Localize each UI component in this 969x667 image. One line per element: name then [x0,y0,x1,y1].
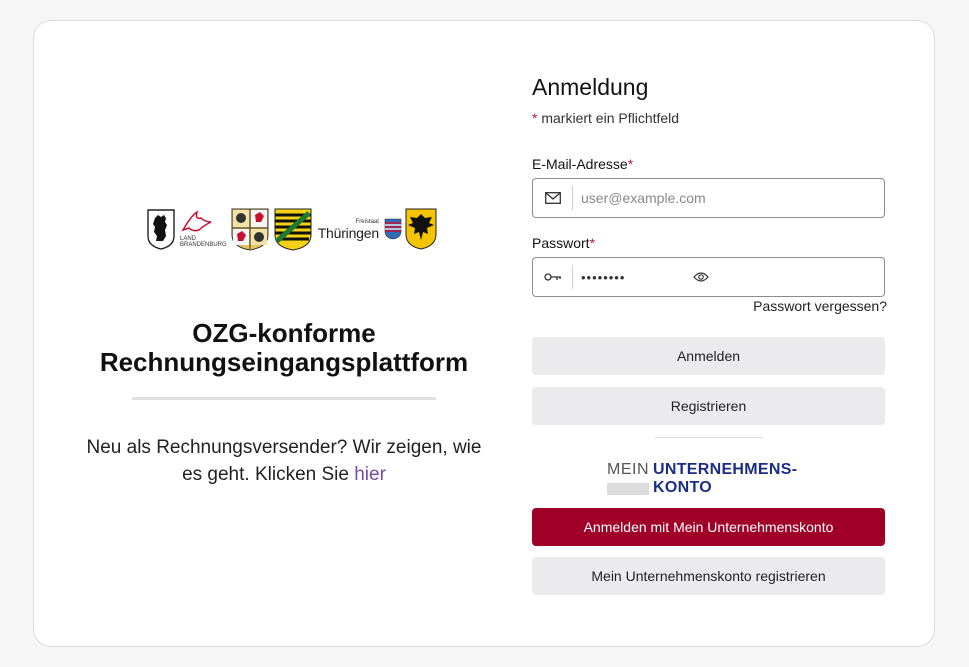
mein-unternehmenskonto-logo: MEIN UNTERNEHMENS- KONTO [607,461,817,497]
intro-sentence: Neu als Rechnungsversender? Wir zeigen, … [86,437,482,485]
envelope-icon [533,186,573,210]
email-label: E-Mail-Adresse* [532,156,633,172]
password-required-star: * [589,235,596,251]
forgot-password-link[interactable]: Passwort vergessen? [753,298,887,314]
sachsen-coat-of-arms-icon [273,207,313,251]
muk-logo-mein: MEIN [607,461,649,478]
thueringen-text: Thüringen [317,224,379,241]
section-divider [655,437,762,438]
muk-logo-wordmark: UNTERNEHMENS- KONTO [653,461,797,497]
login-title: Anmeldung [532,74,649,100]
thueringen-coat-of-arms-icon [384,218,402,240]
login-button[interactable]: Anmelden [532,337,885,375]
email-field[interactable]: user@example.com [532,178,885,218]
mecklenburg-coat-of-arms-icon [230,207,270,251]
brandenburg-logo: LAND BRANDENBURG [179,210,227,248]
required-field-note: * markiert ein Pflichtfeld [532,110,679,126]
muk-logo-bar [607,483,649,495]
title-divider [132,397,436,400]
federal-eagle-icon [405,208,437,250]
page-title-line-1: OZG-konforme [192,318,376,348]
eye-icon[interactable] [693,271,709,283]
password-field[interactable]: •••••••• [532,257,885,297]
password-label-text: Passwort [532,235,590,251]
password-input[interactable]: •••••••• [573,270,693,285]
intro-text: Neu als Rechnungsversender? Wir zeigen, … [84,434,484,488]
email-required-star: * [627,156,634,172]
muk-logo-line-1: UNTERNEHMENS- [653,461,798,478]
brandenburg-text: LAND BRANDENBURG [180,236,227,248]
muk-logo-line-2: KONTO [653,479,712,496]
required-star: * [532,110,538,126]
register-unternehmenskonto-button[interactable]: Mein Unternehmenskonto registrieren [532,557,885,595]
info-panel: LAND BRANDENBURG Freistaat Thüringen OZG… [34,21,534,646]
page-title-line-2: Rechnungseingangsplattform [99,347,469,377]
berlin-coat-of-arms-icon [146,208,176,250]
login-panel: Anmeldung * markiert ein Pflichtfeld E-M… [532,21,887,646]
intro-help-link[interactable]: hier [354,464,386,485]
password-label: Passwort* [532,235,595,251]
email-input[interactable]: user@example.com [573,190,706,206]
thueringen-logo: Freistaat Thüringen [318,219,379,240]
brandenburg-eagle-icon [181,210,212,232]
page-title: OZG-konforme Rechnungseingangsplattform [34,319,534,377]
register-button[interactable]: Registrieren [532,387,885,425]
login-card: LAND BRANDENBURG Freistaat Thüringen OZG… [33,20,935,647]
login-with-unternehmenskonto-button[interactable]: Anmelden mit Mein Unternehmenskonto [532,508,885,546]
required-note-text: markiert ein Pflichtfeld [541,110,680,126]
email-label-text: E-Mail-Adresse [532,156,628,172]
key-icon [533,265,573,289]
state-logos: LAND BRANDENBURG Freistaat Thüringen [146,206,437,252]
